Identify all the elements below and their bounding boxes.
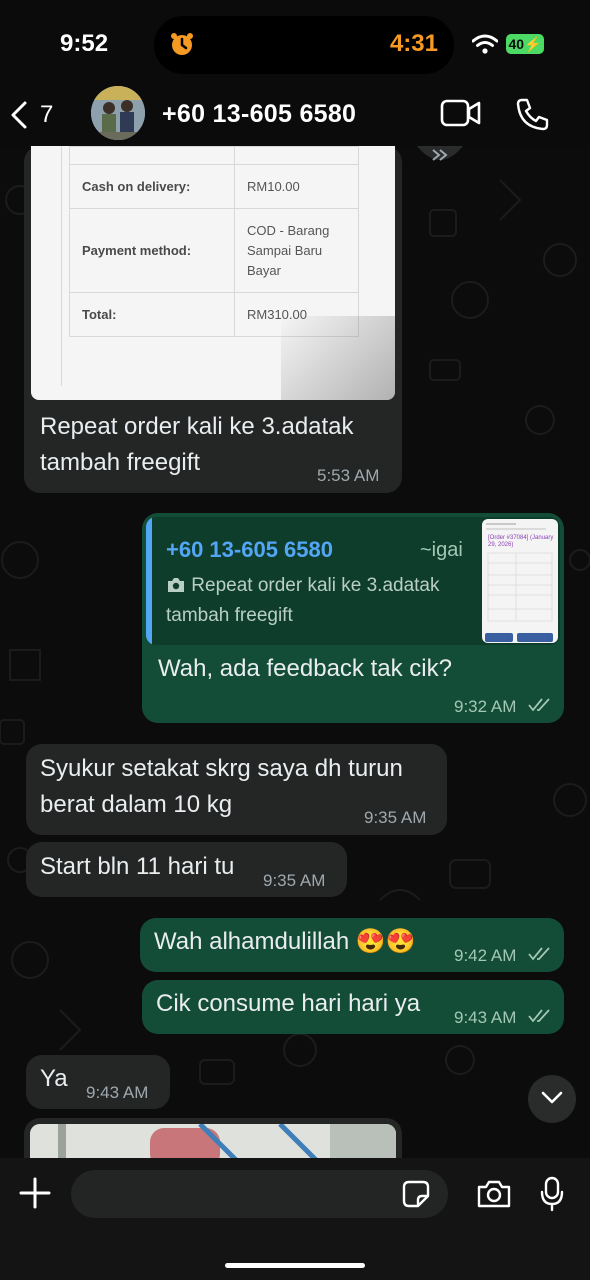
- phone-call-icon[interactable]: [514, 96, 550, 132]
- contact-name[interactable]: +60 13-605 6580: [162, 100, 356, 129]
- message-time: 9:32 AM: [454, 697, 517, 716]
- timer-text: 4:31: [389, 30, 438, 57]
- message-bubble-outgoing[interactable]: Cik consume hari hari ya 9:43 AM: [142, 980, 564, 1034]
- message-time: 9:42 AM: [454, 946, 517, 965]
- message-time: 5:53 AM: [317, 466, 380, 485]
- camera-icon: [168, 578, 184, 592]
- thumbnail-order-title: [Order #37084] (January 29, 2026): [488, 535, 554, 548]
- read-ticks-icon: [528, 698, 550, 712]
- status-time: 9:52: [60, 30, 109, 57]
- read-ticks-icon: [528, 1009, 550, 1023]
- order-row-value: RM10.00: [234, 164, 359, 209]
- wifi-icon: [472, 34, 498, 54]
- message-time: 9:43 AM: [86, 1083, 149, 1102]
- message-composer: [0, 1158, 590, 1280]
- chevron-down-icon: [541, 1091, 563, 1104]
- message-bubble-incoming[interactable]: Syukur setakat skrg saya dh turun berat …: [26, 744, 447, 835]
- message-text: Wah, ada feedback tak cik?: [158, 655, 452, 682]
- order-row-label: Total:: [69, 292, 235, 337]
- scroll-to-bottom-button[interactable]: [528, 1075, 576, 1123]
- quote-author: +60 13-605 6580: [166, 537, 333, 562]
- read-ticks-icon: [528, 947, 550, 961]
- back-button[interactable]: 7: [10, 92, 70, 138]
- order-row: Cash on delivery: RM10.00: [69, 164, 359, 209]
- chevron-left-icon: [11, 101, 27, 129]
- quote-text: Repeat order kali ke 3.adatak tambah fre…: [166, 571, 466, 631]
- quote-text-content: Repeat order kali ke 3.adatak tambah fre…: [166, 575, 440, 626]
- microphone-icon[interactable]: [540, 1176, 564, 1212]
- order-table: Cash on delivery: RM10.00 Payment method…: [69, 146, 359, 337]
- image-shadow: [281, 316, 395, 400]
- order-row-label: Payment method:: [69, 208, 235, 293]
- message-time: 9:35 AM: [263, 871, 326, 890]
- order-row-value: COD - Barang Sampai Baru Bayar: [234, 208, 359, 293]
- battery-indicator: 40⚡: [506, 34, 544, 54]
- plus-icon[interactable]: [18, 1176, 52, 1210]
- order-row: Payment method: COD - Barang Sampai Baru…: [69, 208, 359, 293]
- message-text: Start bln 11 hari tu: [40, 853, 235, 880]
- chat-header: 7 +60 13-605 6580: [0, 86, 590, 146]
- video-call-icon[interactable]: [440, 98, 482, 128]
- message-bubble-incoming[interactable]: Ya 9:43 AM: [26, 1055, 170, 1109]
- unread-count: 7: [40, 101, 54, 128]
- battery-level: 40: [508, 36, 525, 52]
- quote-accent-bar: [146, 517, 152, 645]
- status-bar: 9:52 4:31 40⚡: [0, 0, 590, 86]
- message-bubble-incoming[interactable]: Start bln 11 hari tu 9:35 AM: [26, 842, 347, 897]
- sticker-icon[interactable]: [402, 1180, 430, 1208]
- contact-avatar[interactable]: [91, 86, 145, 140]
- alarm-clock-icon: [171, 33, 193, 55]
- quote-thumbnail: [Order #37084] (January 29, 2026): [482, 519, 558, 643]
- message-bubble-outgoing[interactable]: Wah alhamdulillah 😍😍 9:42 AM: [140, 918, 564, 972]
- home-indicator: [225, 1263, 365, 1268]
- order-screenshot-image[interactable]: Cash on delivery: RM10.00 Payment method…: [31, 146, 395, 400]
- message-text: Wah alhamdulillah 😍😍: [154, 928, 416, 955]
- message-text: Cik consume hari hari ya: [156, 990, 421, 1017]
- message-text: Ya: [40, 1065, 68, 1092]
- camera-icon[interactable]: [476, 1180, 512, 1208]
- quoted-message[interactable]: +60 13-605 6580 ~igai Repeat order kali …: [146, 517, 560, 645]
- dynamic-island: 4:31: [154, 16, 454, 74]
- message-time: 9:43 AM: [454, 1008, 517, 1027]
- message-input[interactable]: [71, 1170, 448, 1218]
- quote-pushname: ~igai: [420, 539, 463, 561]
- order-row-label: Cash on delivery:: [69, 164, 235, 209]
- message-time: 9:35 AM: [364, 808, 427, 827]
- forward-icon[interactable]: [417, 146, 463, 166]
